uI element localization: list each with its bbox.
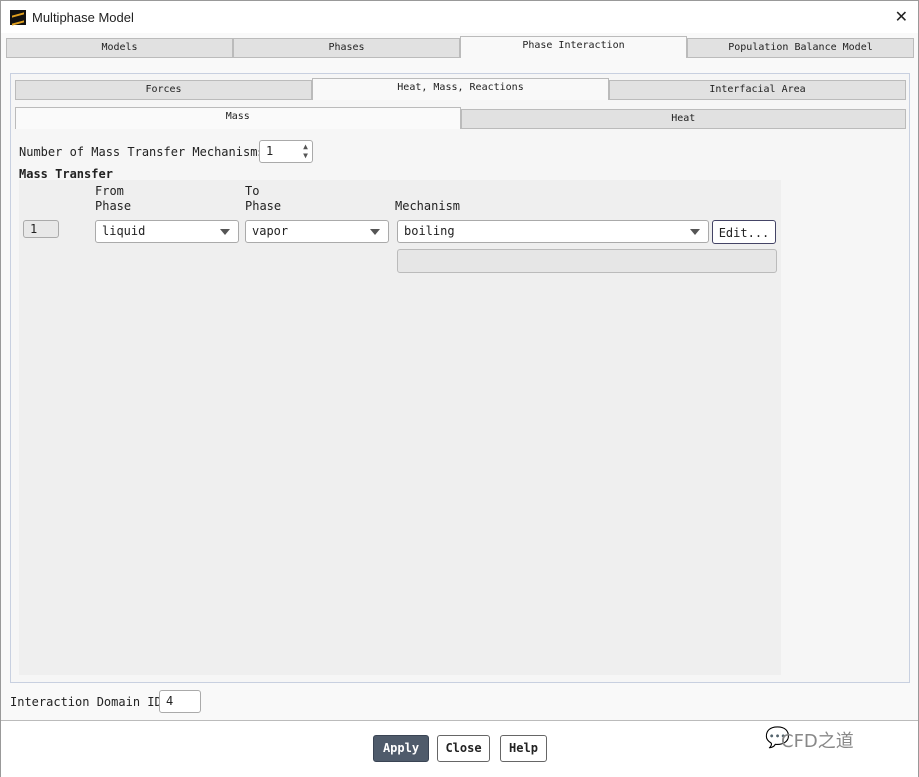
spinner-arrows-icon[interactable]: ▲ ▼ xyxy=(303,142,308,160)
mechanisms-value: 1 xyxy=(266,144,274,158)
help-button[interactable]: Help xyxy=(500,735,547,762)
tab-interfacial-area[interactable]: Interfacial Area xyxy=(609,80,906,100)
chevron-down-icon xyxy=(690,229,700,235)
tab-population-balance-model[interactable]: Population Balance Model xyxy=(687,38,914,58)
tab-models[interactable]: Models xyxy=(6,38,233,58)
chevron-down-icon xyxy=(370,229,380,235)
close-icon[interactable]: ✕ xyxy=(895,7,908,26)
tab-heat[interactable]: Heat xyxy=(460,109,906,129)
watermark: CFD之道 xyxy=(781,731,854,752)
mechanism-dropdown[interactable]: boiling xyxy=(397,220,709,243)
domain-id-input[interactable]: 4 xyxy=(159,690,201,713)
close-button[interactable]: Close xyxy=(437,735,490,762)
to-phase-value: vapor xyxy=(252,224,289,238)
chevron-down-icon xyxy=(220,229,230,235)
domain-id-value: 4 xyxy=(166,694,174,708)
mechanism-options-field xyxy=(397,249,777,273)
mechanisms-spinner[interactable]: 1 ▲ ▼ xyxy=(259,140,313,163)
mechanism-value: boiling xyxy=(404,224,455,238)
tab-mass[interactable]: Mass xyxy=(15,107,461,129)
from-phase-value: liquid xyxy=(102,224,146,238)
tab-phases[interactable]: Phases xyxy=(233,38,460,58)
sub-tabs: Forces Heat, Mass, Reactions Interfacial… xyxy=(15,78,906,100)
domain-id-label: Interaction Domain ID xyxy=(10,695,162,709)
header-mechanism: Mechanism xyxy=(395,199,461,213)
edit-button[interactable]: Edit... xyxy=(712,220,776,244)
header-to-phase: To Phase xyxy=(245,184,282,213)
header-from-phase: From Phase xyxy=(95,184,132,213)
window-title: Multiphase Model xyxy=(32,9,134,25)
tab-forces[interactable]: Forces xyxy=(15,80,312,100)
mechanisms-label: Number of Mass Transfer Mechanisms xyxy=(19,145,265,159)
from-phase-dropdown[interactable]: liquid xyxy=(95,220,239,243)
mass-transfer-title: Mass Transfer xyxy=(19,167,113,181)
main-tabs: Models Phases Phase Interaction Populati… xyxy=(6,36,914,58)
multiphase-model-dialog: Multiphase Model ✕ Models Phases Phase I… xyxy=(0,0,919,777)
to-phase-dropdown[interactable]: vapor xyxy=(245,220,389,243)
apply-button[interactable]: Apply xyxy=(373,735,429,762)
tab-phase-interaction[interactable]: Phase Interaction xyxy=(460,36,687,58)
row-index: 1 xyxy=(23,220,59,238)
app-logo-icon xyxy=(10,9,26,25)
title-bar: Multiphase Model ✕ xyxy=(1,1,918,33)
tab-heat-mass-reactions[interactable]: Heat, Mass, Reactions xyxy=(312,78,609,100)
inner-tabs: Mass Heat xyxy=(15,107,906,129)
